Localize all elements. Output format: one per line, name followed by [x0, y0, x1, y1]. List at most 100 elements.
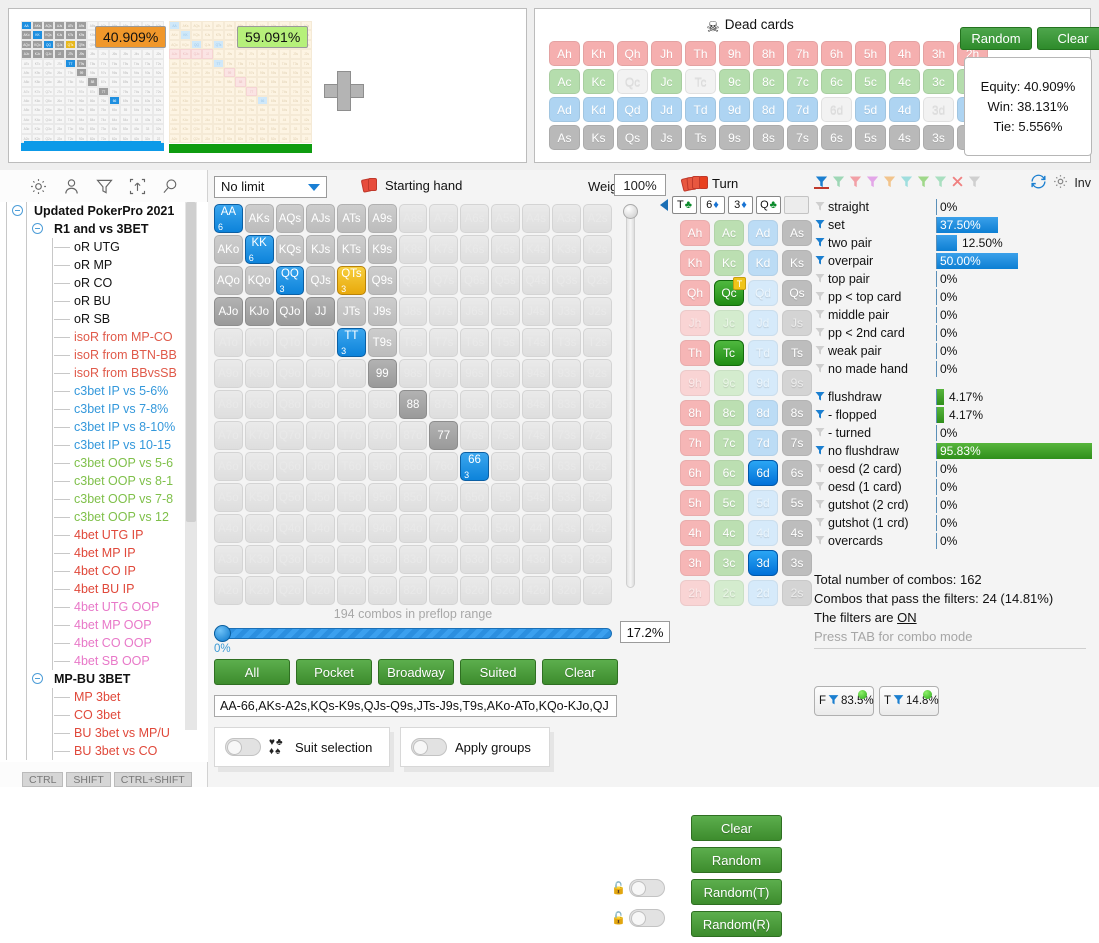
filter-funnel-icon[interactable] — [814, 362, 828, 377]
dead-card-8h[interactable]: 8h — [753, 41, 784, 66]
hand-cell-72s[interactable]: 72s — [583, 421, 612, 450]
picker-card-4h[interactable]: 4h — [680, 520, 710, 546]
filter-funnel-icon-5[interactable] — [882, 174, 897, 189]
hand-cell-QQ[interactable]: QQ 3 — [275, 266, 305, 295]
tree-item-c3bet-oop-vs-7-8[interactable]: c3bet OOP vs 7-8 — [0, 490, 208, 508]
picker-card-5c[interactable]: 5c — [714, 490, 744, 516]
board-cards-row[interactable]: T ♣ 6 ♦ 3 ♦ Q ♣ — [660, 196, 809, 214]
hand-cell-A8s[interactable]: A8s — [398, 204, 428, 233]
hand-cell-T3s[interactable]: T3s — [552, 328, 582, 357]
picker-card-Qs[interactable]: Qs — [782, 280, 812, 306]
filter-funnel-icon[interactable] — [814, 498, 828, 513]
hand-cell-K7o[interactable]: K7o — [244, 421, 274, 450]
tree-item-c3bet-oop-vs-5-6[interactable]: c3bet OOP vs 5-6 — [0, 454, 208, 472]
filter-row-flopped[interactable]: - flopped 4.17% — [814, 406, 1099, 424]
dead-card-9s[interactable]: 9s — [719, 125, 750, 150]
hand-cell-AKo[interactable]: AKo — [214, 235, 243, 264]
dead-card-7d[interactable]: 7d — [787, 97, 818, 122]
hand-cell-74s[interactable]: 74s — [521, 421, 551, 450]
hand-cell-44[interactable]: 44 — [521, 514, 551, 543]
random-t-switch[interactable] — [628, 879, 665, 897]
board-button-random[interactable]: Random — [691, 847, 782, 873]
hand-cell-QTs[interactable]: QTs 3 — [337, 266, 366, 295]
hand-cell-Q9o[interactable]: Q9o — [275, 359, 305, 388]
dead-card-Qc[interactable]: Qc — [617, 69, 648, 94]
hand-cell-Q3o[interactable]: Q3o — [275, 545, 305, 574]
hand-cell-Q2o[interactable]: Q2o — [275, 576, 305, 605]
hand-cell-92o[interactable]: 92o — [367, 576, 397, 605]
hand-cell-J3s[interactable]: J3s — [552, 297, 582, 326]
dead-card-As[interactable]: As — [549, 125, 580, 150]
filter-row-no-flushdraw[interactable]: no flushdraw 95.83% — [814, 442, 1099, 460]
hand-cell-A3o[interactable]: A3o — [214, 545, 243, 574]
hand-cell-AJo[interactable]: AJo — [214, 297, 243, 326]
search-icon[interactable] — [160, 176, 181, 197]
lock-icon[interactable]: 🔓 — [611, 911, 626, 925]
hand-cell-82o[interactable]: 82o — [398, 576, 428, 605]
hand-cell-62s[interactable]: 62s — [583, 452, 612, 481]
import-icon[interactable] — [127, 176, 148, 197]
hand-cell-A4o[interactable]: A4o — [214, 514, 243, 543]
picker-card-Th[interactable]: Th — [680, 340, 710, 366]
filter-row-oesd-1-card[interactable]: oesd (1 card) 0% — [814, 478, 1099, 496]
dead-card-4c[interactable]: 4c — [889, 69, 920, 94]
hand-matrix-grid[interactable]: AA 6 AKs AQs AJs ATs A9s A8s A7s A6s A5s A4s A3s A2s A… — [214, 204, 612, 607]
hand-cell-KTs[interactable]: KTs — [337, 235, 366, 264]
hand-cell-JTo[interactable]: JTo — [306, 328, 336, 357]
dead-card-5s[interactable]: 5s — [855, 125, 886, 150]
hand-cell-73s[interactable]: 73s — [552, 421, 582, 450]
hand-cell-T8o[interactable]: T8o — [337, 390, 366, 419]
filter-row-oesd-2-card[interactable]: oesd (2 card) 0% — [814, 460, 1099, 478]
dead-card-8s[interactable]: 8s — [753, 125, 784, 150]
range-slider-track[interactable] — [214, 628, 612, 639]
filter-row-flushdraw[interactable]: flushdraw 4.17% — [814, 388, 1099, 406]
dead-card-Td[interactable]: Td — [685, 97, 716, 122]
hand-cell-KQo[interactable]: KQo — [244, 266, 274, 295]
picker-card-2h[interactable]: 2h — [680, 580, 710, 606]
dead-card-3h[interactable]: 3h — [923, 41, 954, 66]
hand-cell-88[interactable]: 88 — [398, 390, 428, 419]
hand-cell-A7s[interactable]: A7s — [429, 204, 459, 233]
hand-cell-A9o[interactable]: A9o — [214, 359, 243, 388]
dead-clear-button[interactable]: Clear — [1037, 27, 1099, 50]
dead-card-Jc[interactable]: Jc — [651, 69, 682, 94]
apply-groups-switch[interactable] — [411, 738, 447, 756]
hand-cell-82s[interactable]: 82s — [583, 390, 612, 419]
tree-toggle[interactable] — [32, 223, 43, 234]
hand-cell-64s[interactable]: 64s — [521, 452, 551, 481]
dead-card-5h[interactable]: 5h — [855, 41, 886, 66]
hand-cell-A3s[interactable]: A3s — [552, 204, 582, 233]
hand-cell-92s[interactable]: 92s — [583, 359, 612, 388]
tree-item-c3bet-oop-vs-8-1[interactable]: c3bet OOP vs 8-1 — [0, 472, 208, 490]
tree-item-c3bet-ip-vs-7-8[interactable]: c3bet IP vs 7-8% — [0, 400, 208, 418]
hand-cell-ATo[interactable]: ATo — [214, 328, 243, 357]
dead-card-5d[interactable]: 5d — [855, 97, 886, 122]
picker-card-Qc[interactable]: Qc T — [714, 277, 746, 306]
hand-cell-73o[interactable]: 73o — [429, 545, 459, 574]
hand-cell-87o[interactable]: 87o — [398, 421, 428, 450]
filter-funnel-icon[interactable] — [814, 344, 828, 359]
filter-row-two-pair[interactable]: two pair 12.50% — [814, 234, 1099, 252]
random-t-lock[interactable]: 🔓 — [611, 878, 665, 898]
hand-cell-42s[interactable]: 42s — [583, 514, 612, 543]
hand-cell-T7o[interactable]: T7o — [337, 421, 366, 450]
hand-cell-85o[interactable]: 85o — [398, 483, 428, 512]
filter-funnel-icon[interactable] — [814, 534, 828, 549]
hand-cell-83o[interactable]: 83o — [398, 545, 428, 574]
hand-cell-J4s[interactable]: J4s — [521, 297, 551, 326]
filter-funnel-icon-2[interactable] — [831, 174, 846, 189]
filter-funnel-icon-6[interactable] — [899, 174, 914, 189]
clear-filters-icon[interactable] — [950, 174, 965, 189]
dead-card-3s[interactable]: 3s — [923, 125, 954, 150]
hand-cell-87s[interactable]: 87s — [429, 390, 459, 419]
hand-cell-TT[interactable]: TT 3 — [337, 328, 366, 357]
board-button-randomr[interactable]: Random(R) — [691, 911, 782, 937]
picker-card-Kd[interactable]: Kd — [748, 250, 778, 276]
picker-card-Js[interactable]: Js — [782, 310, 812, 336]
dead-card-7c[interactable]: 7c — [787, 69, 818, 94]
hand-cell-32s[interactable]: 32s — [583, 545, 612, 574]
game-type-select[interactable]: No limit — [214, 176, 327, 198]
hand-cell-54s[interactable]: 54s — [521, 483, 551, 512]
filter-row-middle-pair[interactable]: middle pair 0% — [814, 306, 1099, 324]
hand-cell-43o[interactable]: 43o — [521, 545, 551, 574]
